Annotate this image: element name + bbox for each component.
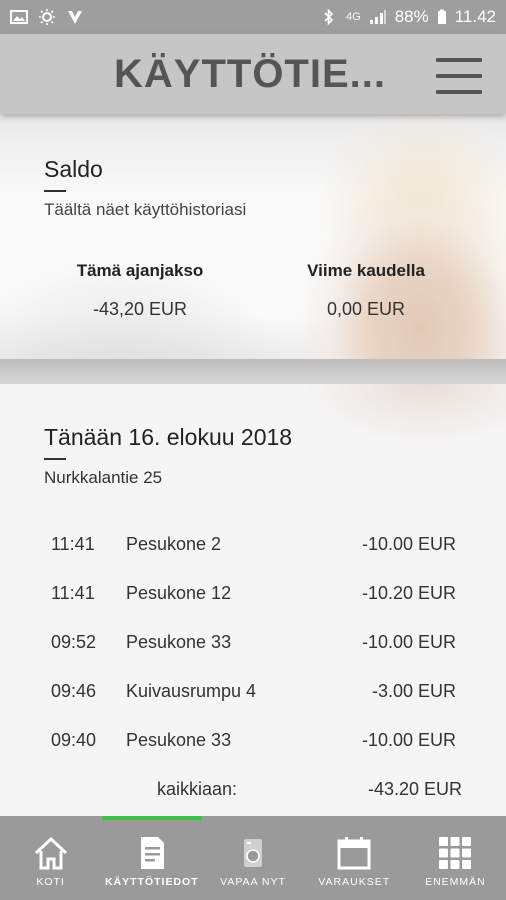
transaction-amount: -3.00 EUR [371, 681, 456, 701]
saldo-title-underline [44, 190, 66, 192]
nav-label: ENEMMÄN [425, 876, 486, 888]
battery-icon [437, 9, 447, 25]
transaction-row: 11:41 Pesukone 12 -10.20 EUR [0, 583, 506, 613]
battery-percent: 88% [394, 7, 429, 26]
background-fade [306, 384, 506, 464]
day-title-underline [44, 458, 66, 460]
saldo-section: Saldo Täältä näet käyttöhistoriasi Tämä … [0, 114, 506, 384]
divider-band [0, 359, 506, 384]
bluetooth-icon [320, 8, 338, 26]
day-title: Tänään 16. elokuu 2018 [44, 424, 293, 450]
address: Nurkkalantie 25 [44, 468, 163, 487]
transaction-row: 11:41 Pesukone 2 -10.00 EUR [0, 534, 506, 564]
status-notifications [10, 9, 84, 25]
transaction-amount: -10.20 EUR [361, 583, 456, 603]
transaction-name: Pesukone 33 [126, 730, 232, 750]
saldo-subtitle: Täältä näet käyttöhistoriasi [44, 200, 247, 219]
current-period-label: Tämä ajanjakso [76, 261, 204, 280]
nav-label: VAPAA NYT [220, 876, 286, 888]
total-label: kaikkiaan: [157, 779, 238, 799]
nav-item-enemman[interactable]: ENEMMÄN [405, 816, 506, 900]
bottom-navigation: KOTI KÄYTTÖTIEDOT VAPAA NYT VARAUKSET EN… [0, 816, 506, 900]
transaction-amount: -10.00 EUR [361, 632, 456, 652]
transaction-name: Pesukone 33 [126, 632, 232, 652]
calendar-icon [337, 837, 371, 870]
total-value: -43.20 EUR [367, 779, 462, 799]
saldo-title: Saldo [44, 156, 103, 182]
transaction-time: 09:40 [51, 730, 97, 750]
transaction-time: 09:46 [51, 681, 97, 701]
brightness-icon [38, 9, 56, 25]
transaction-name: Kuivausrumpu 4 [126, 681, 257, 701]
nav-item-varaukset[interactable]: VARAUKSET [304, 816, 405, 900]
transaction-amount: -10.00 EUR [361, 534, 456, 554]
vpn-icon [66, 9, 84, 25]
transaction-amount: -10.00 EUR [361, 730, 456, 750]
total-row: kaikkiaan: -43.20 EUR [0, 779, 506, 809]
document-icon [140, 837, 164, 869]
nav-label: KÄYTTÖTIEDOT [104, 876, 199, 888]
washing-machine-icon [244, 839, 262, 867]
current-period-value: -43,20 EUR [92, 299, 188, 319]
nav-item-koti[interactable]: KOTI [0, 816, 101, 900]
transaction-time: 11:41 [51, 583, 95, 603]
app-header: KÄYTTÖTIE... [0, 34, 506, 114]
home-icon [34, 836, 67, 870]
transaction-time: 11:41 [51, 534, 95, 554]
nav-label: VARAUKSET [318, 876, 391, 888]
status-bar: 4G 88% 11.42 [0, 0, 506, 34]
network-type: 4G [346, 11, 361, 23]
nav-item-kayttotiedot[interactable]: KÄYTTÖTIEDOT [101, 816, 202, 900]
last-period-value: 0,00 EUR [326, 299, 406, 319]
clock: 11.42 [454, 7, 496, 26]
signal-icon [369, 9, 387, 25]
transaction-name: Pesukone 12 [126, 583, 232, 603]
nav-item-vapaa-nyt[interactable]: VAPAA NYT [202, 816, 303, 900]
nav-label: KOTI [36, 876, 65, 888]
grid-icon [439, 837, 472, 869]
usage-history: Tänään 16. elokuu 2018 Nurkkalantie 25 1… [0, 384, 506, 816]
last-period-label: Viime kaudella [307, 261, 425, 280]
transaction-row: 09:40 Pesukone 33 -10.00 EUR [0, 730, 506, 760]
saldo-panel: Saldo Täältä näet käyttöhistoriasi Tämä … [0, 114, 506, 359]
transaction-row: 09:52 Pesukone 33 -10.00 EUR [0, 632, 506, 662]
hamburger-menu-icon[interactable] [436, 58, 482, 94]
page-title: KÄYTTÖTIE... [114, 52, 386, 96]
image-icon [10, 9, 28, 25]
transaction-name: Pesukone 2 [126, 534, 222, 554]
transaction-time: 09:52 [51, 632, 97, 652]
transaction-row: 09:46 Kuivausrumpu 4 -3.00 EUR [0, 681, 506, 711]
